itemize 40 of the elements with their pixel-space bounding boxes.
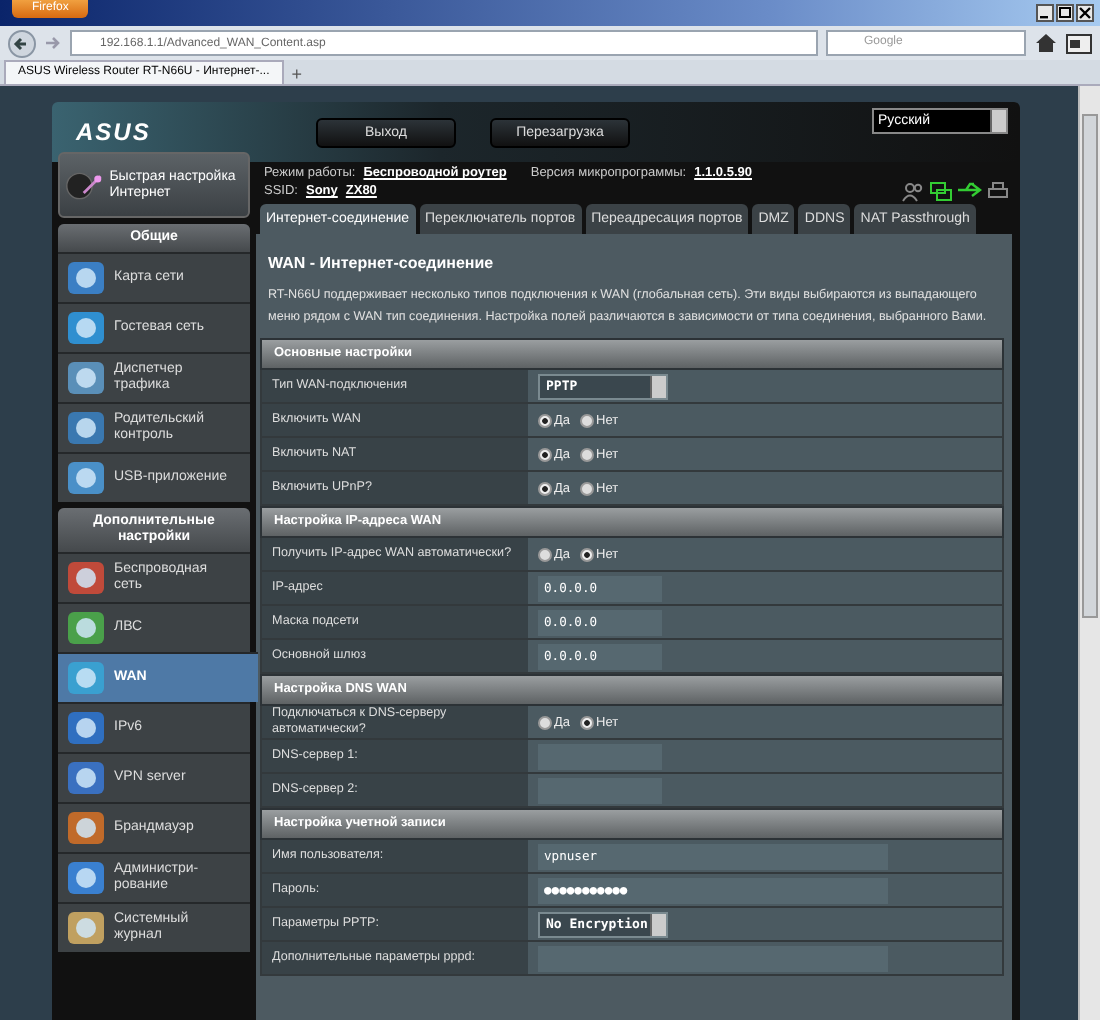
app-tile-icon	[66, 460, 106, 496]
radio-button[interactable]	[538, 413, 552, 427]
app-tile-icon	[66, 660, 106, 696]
app-tile-icon	[66, 710, 106, 746]
printer-icon	[988, 181, 1008, 199]
scrollbar[interactable]	[1078, 86, 1100, 1020]
radio-button[interactable]	[538, 547, 552, 561]
app-tile-icon	[66, 560, 106, 596]
radio-button[interactable]	[580, 481, 595, 495]
radio-button[interactable]	[538, 715, 552, 729]
app-tile-icon	[66, 610, 106, 646]
app-tile-icon	[66, 860, 106, 896]
radio-button[interactable]	[580, 715, 595, 729]
app-tile-icon	[66, 310, 106, 346]
radio-button[interactable]	[580, 447, 595, 461]
input-field[interactable]	[538, 777, 662, 803]
close-icon[interactable]	[1076, 4, 1094, 22]
app-tile-icon	[66, 760, 106, 796]
network-icon	[930, 181, 952, 201]
app-tile-icon	[66, 260, 106, 296]
radio-button[interactable]	[538, 481, 552, 495]
new-tab-button[interactable]: +	[291, 64, 303, 84]
clients-icon	[902, 181, 924, 201]
input-field[interactable]	[538, 743, 662, 769]
home-icon[interactable]	[1034, 32, 1058, 54]
radio-button[interactable]	[580, 547, 595, 561]
back-icon[interactable]	[8, 29, 36, 57]
logo: ASUS	[76, 118, 153, 146]
app-tile-icon	[66, 810, 106, 846]
radio-button[interactable]	[538, 447, 552, 461]
input-field[interactable]	[538, 945, 888, 971]
app-tile-icon	[66, 910, 106, 946]
page-title: WAN - Интернет-соединение	[266, 252, 496, 276]
app-tile-icon	[66, 410, 106, 446]
radio-button[interactable]	[580, 413, 595, 427]
minimize-icon[interactable]	[1036, 4, 1054, 22]
usb-icon	[958, 181, 982, 197]
bookmarks-icon[interactable]	[1066, 33, 1092, 53]
maximize-icon[interactable]	[1056, 4, 1074, 22]
app-tile-icon	[66, 360, 106, 396]
